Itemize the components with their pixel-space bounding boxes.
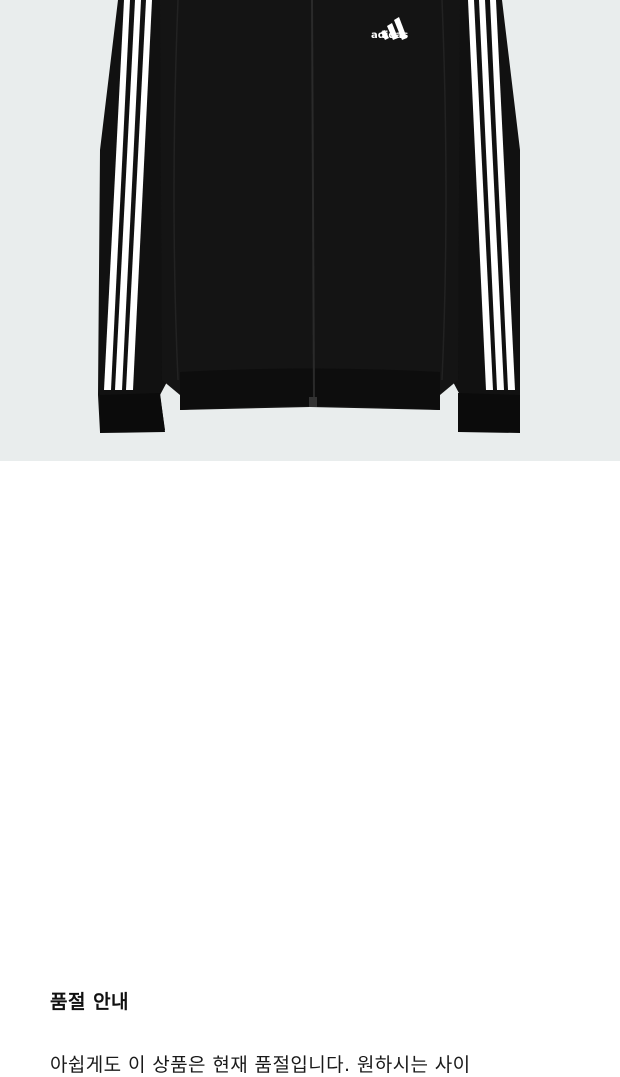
left-cuff	[100, 393, 165, 433]
adidas-logo-text: adidas	[371, 30, 409, 41]
zipper-pull	[309, 397, 317, 407]
sold-out-title: 품절 안내	[50, 991, 130, 1013]
sold-out-message: 아쉽게도 이 상품은 현재 품절입니다. 원하시는 사이	[50, 1054, 471, 1076]
sold-out-sheet: 품절 안내 아쉽게도 이 상품은 현재 품절입니다. 원하시는 사이	[0, 461, 620, 1076]
jacket-body	[160, 0, 460, 410]
jacket-illustration	[98, 0, 520, 433]
right-cuff	[458, 393, 520, 433]
product-image[interactable]: adidas	[0, 0, 620, 461]
